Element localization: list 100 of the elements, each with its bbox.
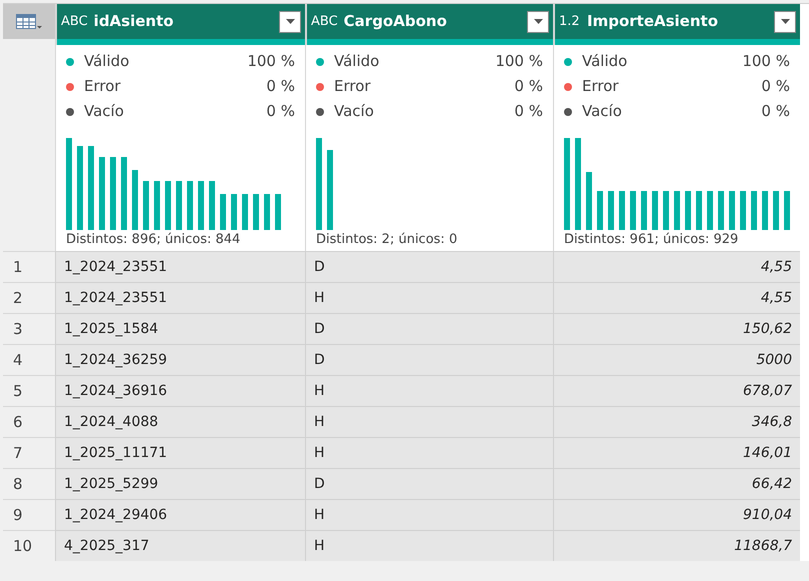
table-cell: 5000 [553, 344, 800, 375]
table-cell: 678,07 [553, 375, 800, 406]
quality-percent: 0 % [761, 101, 790, 122]
histogram-bar [685, 190, 691, 230]
table-cell: 346,8 [553, 406, 800, 437]
row-number: 6 [3, 406, 55, 437]
histogram-bar [264, 194, 270, 230]
table-cell: 1_2024_36259 [55, 344, 305, 375]
row-number: 2 [3, 282, 55, 313]
histogram-bar [154, 180, 160, 230]
table-cell: 910,04 [553, 499, 800, 530]
histogram-bar [143, 180, 149, 230]
histogram-bar [586, 172, 592, 230]
column-name: ImporteAsiento [587, 11, 720, 32]
column-header[interactable]: 1.2 ImporteAsiento [553, 4, 800, 39]
histogram-bar [187, 180, 193, 230]
distinct-count: Distintos: 896; únicos: 844 [66, 230, 242, 248]
table-cell: 1_2025_11171 [55, 437, 305, 468]
dropdown-button[interactable] [774, 10, 796, 32]
row-number: 10 [3, 530, 55, 561]
table-cell: 150,62 [553, 313, 800, 344]
table-cell: 1_2025_5299 [55, 468, 305, 499]
quality-percent: 100 % [247, 51, 295, 72]
quality-label: Válido [582, 51, 628, 72]
histogram-bar [718, 190, 724, 230]
histogram-bar [619, 190, 625, 230]
quality-percent: 0 % [266, 76, 295, 98]
histogram-bar [707, 190, 713, 230]
histogram-bar [597, 190, 603, 230]
row-number: 7 [3, 437, 55, 468]
histogram-bar [784, 190, 790, 230]
histogram-bar [674, 190, 680, 230]
table-cell: 66,42 [553, 468, 800, 499]
distinct-count: Distintos: 961; únicos: 929 [564, 230, 740, 248]
histogram-bar [652, 190, 658, 230]
histogram-bar [630, 190, 636, 230]
row-number: 8 [3, 468, 55, 499]
dropdown-button[interactable] [527, 10, 549, 32]
histogram-bar [176, 180, 182, 230]
quality-label: Vacío [84, 101, 125, 122]
histogram-bar [253, 194, 259, 230]
table-icon[interactable] [16, 14, 42, 30]
row-number: 1 [3, 251, 55, 282]
row-number: 3 [3, 313, 55, 344]
histogram-bar [773, 190, 779, 230]
table-cell: H [305, 530, 553, 561]
table-cell: H [305, 375, 553, 406]
table-cell: 1_2024_29406 [55, 499, 305, 530]
quality-label: Error [334, 76, 372, 98]
histogram-bar [132, 170, 138, 230]
table-cell: 4,55 [553, 282, 800, 313]
dropdown-button[interactable] [279, 10, 301, 32]
histogram-bar [242, 194, 248, 230]
table-cell: 1_2024_23551 [55, 251, 305, 282]
type-label: ABC [311, 12, 338, 31]
column-name: idAsiento [94, 11, 175, 32]
column-header[interactable]: ABC idAsiento [55, 4, 305, 39]
quality-label: Error [84, 76, 122, 98]
quality-label: Error [582, 76, 620, 98]
table-cell: H [305, 282, 553, 313]
table-cell: 4,55 [553, 251, 800, 282]
histogram-bar [740, 190, 746, 230]
quality-label: Vacío [334, 101, 375, 122]
table-cell: 1_2024_36916 [55, 375, 305, 406]
type-label: 1.2 [559, 12, 581, 31]
table-cell: 1_2024_23551 [55, 282, 305, 313]
table-cell: D [305, 251, 553, 282]
quality-label: Vacío [582, 101, 623, 122]
row-number: 4 [3, 344, 55, 375]
distinct-count: Distintos: 2; únicos: 0 [316, 230, 458, 248]
table-cell: D [305, 468, 553, 499]
table-cell: 1_2024_4088 [55, 406, 305, 437]
histogram-bar [641, 190, 647, 230]
caret-icon [286, 19, 294, 24]
quality-percent: 100 % [742, 51, 790, 72]
histogram-bar [275, 194, 281, 230]
histogram-bar [751, 190, 757, 230]
histogram-bar [608, 190, 614, 230]
table-cell: 11868,7 [553, 530, 800, 561]
column-name: CargoAbono [344, 11, 448, 32]
quality-percent: 0 % [266, 101, 295, 122]
row-number: 5 [3, 375, 55, 406]
quality-label: Válido [334, 51, 380, 72]
quality-percent: 0 % [514, 101, 543, 122]
histogram-bar [165, 180, 171, 230]
quality-percent: 100 % [495, 51, 543, 72]
table-cell: H [305, 437, 553, 468]
type-label: ABC [61, 12, 88, 31]
caret-icon [780, 19, 790, 24]
table-cell: D [305, 344, 553, 375]
histogram-bar [198, 180, 204, 230]
caret-icon [534, 19, 542, 24]
histogram-bar [663, 190, 669, 230]
quality-percent: 0 % [514, 76, 543, 98]
quality-label: Válido [84, 51, 130, 72]
table-cell: H [305, 406, 553, 437]
table-cell: 1_2025_1584 [55, 313, 305, 344]
column-header[interactable]: ABC CargoAbono [305, 4, 553, 39]
histogram-bar [696, 190, 702, 230]
table-cell: H [305, 499, 553, 530]
